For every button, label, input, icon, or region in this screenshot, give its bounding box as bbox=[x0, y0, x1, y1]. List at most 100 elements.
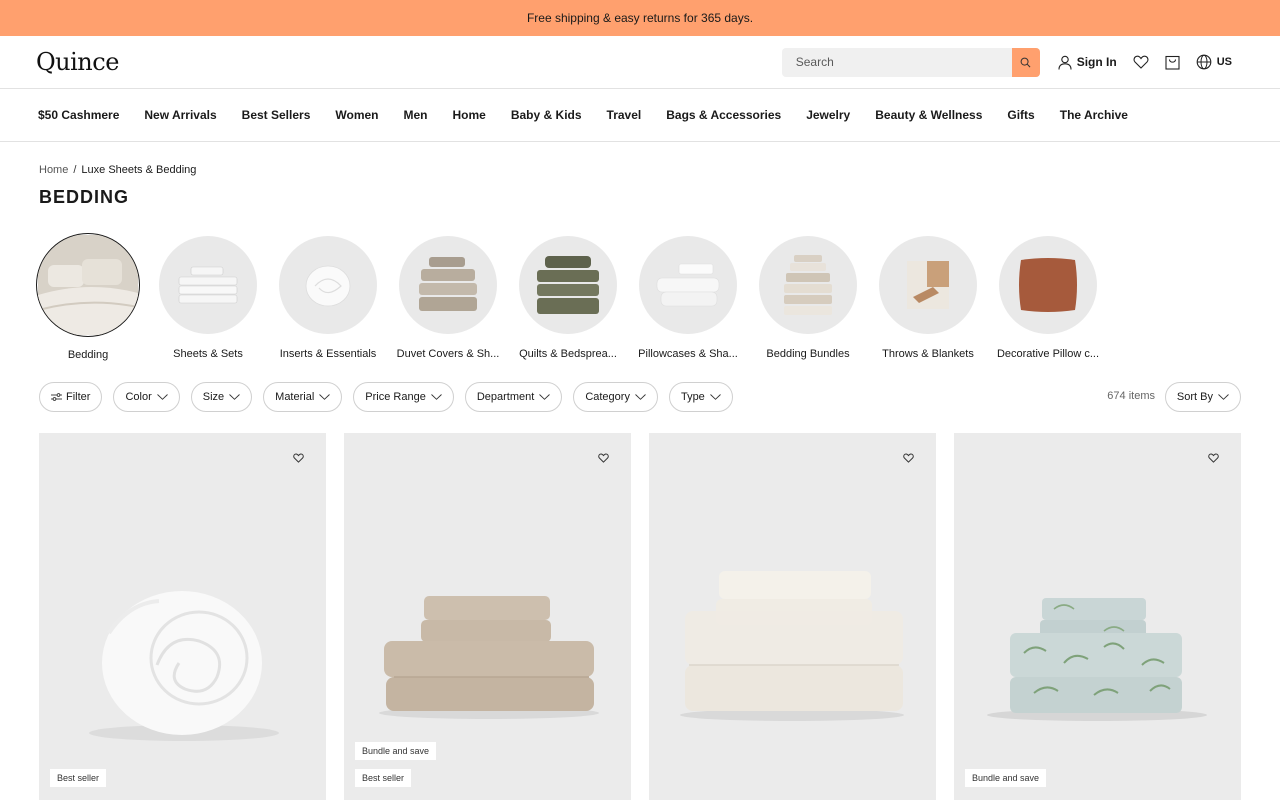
category-pillowcases-shams[interactable]: Pillowcases & Sha... bbox=[636, 232, 740, 361]
category-image bbox=[519, 236, 617, 334]
filter-label: Filter bbox=[66, 391, 91, 403]
page-title: BEDDING bbox=[39, 187, 130, 207]
breadcrumb-home[interactable]: Home bbox=[39, 164, 68, 176]
chevron-down-icon bbox=[431, 394, 442, 400]
nav-item-best-sellers[interactable]: Best Sellers bbox=[242, 108, 311, 122]
wishlist-button[interactable] bbox=[1133, 55, 1149, 69]
sign-in-label: Sign In bbox=[1076, 55, 1117, 69]
heart-icon[interactable] bbox=[1208, 453, 1219, 463]
nav-item-men[interactable]: Men bbox=[404, 108, 428, 122]
filter-material-label: Material bbox=[275, 391, 315, 403]
filter-category[interactable]: Category bbox=[573, 382, 658, 412]
logo[interactable]: Quince bbox=[36, 48, 119, 76]
breadcrumb-current[interactable]: Luxe Sheets & Bedding bbox=[81, 164, 196, 176]
nav-item-beauty-wellness[interactable]: Beauty & Wellness bbox=[875, 108, 982, 122]
nav-item-gifts[interactable]: Gifts bbox=[1007, 108, 1034, 122]
heart-icon[interactable] bbox=[903, 453, 914, 463]
heart-icon bbox=[1133, 55, 1149, 69]
nav-item-bags-accessories[interactable]: Bags & Accessories bbox=[666, 108, 781, 122]
product-card[interactable] bbox=[649, 433, 936, 800]
filter-category-label: Category bbox=[585, 391, 630, 403]
product-card[interactable]: Bundle and save bbox=[954, 433, 1241, 800]
nav-item-travel[interactable]: Travel bbox=[607, 108, 642, 122]
breadcrumb-separator: / bbox=[73, 164, 77, 176]
item-count: 674 items bbox=[1107, 390, 1155, 402]
category-label: Bedding Bundles bbox=[766, 348, 850, 360]
category-label: Duvet Covers & Sh... bbox=[396, 348, 500, 360]
filter-color[interactable]: Color bbox=[113, 382, 180, 412]
product-card[interactable]: Best seller bbox=[39, 433, 326, 800]
filter-type-label: Type bbox=[680, 391, 705, 403]
category-image bbox=[159, 236, 257, 334]
filter-department-label: Department bbox=[476, 391, 535, 403]
category-image bbox=[399, 236, 497, 334]
chevron-down-icon bbox=[635, 394, 646, 400]
chevron-down-icon bbox=[710, 394, 721, 400]
chevron-down-icon bbox=[539, 394, 551, 400]
nav-item-jewelry[interactable]: Jewelry bbox=[806, 108, 850, 122]
best-seller-badge: Best seller bbox=[50, 769, 107, 787]
category-image bbox=[999, 236, 1097, 334]
filter-bar: Filter Color Size Material Price Range D… bbox=[39, 382, 744, 412]
product-image bbox=[89, 591, 279, 741]
sliders-icon bbox=[51, 393, 62, 401]
product-image bbox=[680, 571, 904, 721]
category-inserts-essentials[interactable]: Inserts & Essentials bbox=[276, 232, 380, 361]
category-label: Inserts & Essentials bbox=[279, 348, 377, 360]
promo-banner: Free shipping & easy returns for 365 day… bbox=[0, 0, 1280, 36]
search-button[interactable] bbox=[1011, 47, 1040, 77]
filter-size-label: Size bbox=[202, 391, 225, 403]
chevron-down-icon bbox=[229, 394, 240, 400]
heart-icon[interactable] bbox=[598, 453, 609, 463]
filter-button[interactable]: Filter bbox=[39, 382, 103, 412]
filter-price-range[interactable]: Price Range bbox=[353, 382, 454, 412]
filter-department[interactable]: Department bbox=[464, 382, 563, 412]
product-image bbox=[987, 598, 1207, 721]
category-quilts-bedspreads[interactable]: Quilts & Bedsprea... bbox=[516, 232, 620, 361]
nav-item-home[interactable]: Home bbox=[453, 108, 486, 122]
search-box bbox=[781, 47, 1040, 77]
search-icon bbox=[1020, 57, 1031, 67]
badge-list: Best seller bbox=[50, 760, 107, 787]
nav-item-new-arrivals[interactable]: New Arrivals bbox=[144, 108, 216, 122]
bundle-badge: Bundle and save bbox=[355, 742, 437, 760]
sort-by-dropdown[interactable]: Sort By bbox=[1164, 382, 1241, 412]
category-image bbox=[639, 236, 737, 334]
category-decorative-pillows[interactable]: Decorative Pillow c... bbox=[996, 232, 1100, 361]
product-grid: Best seller Bundle and save Best seller bbox=[39, 433, 1259, 800]
nav-item-archive[interactable]: The Archive bbox=[1060, 108, 1128, 122]
category-throws-blankets[interactable]: Throws & Blankets bbox=[876, 232, 980, 361]
badge-list: Bundle and save bbox=[965, 760, 1047, 787]
best-seller-badge: Best seller bbox=[355, 769, 412, 787]
filter-color-label: Color bbox=[125, 391, 152, 403]
chevron-down-icon bbox=[319, 394, 331, 400]
category-label: Sheets & Sets bbox=[173, 348, 243, 360]
category-duvet-covers[interactable]: Duvet Covers & Sh... bbox=[396, 232, 500, 361]
category-label: Throws & Blankets bbox=[882, 348, 974, 360]
category-sheets-sets[interactable]: Sheets & Sets bbox=[156, 232, 260, 361]
category-bedding-bundles[interactable]: Bedding Bundles bbox=[756, 232, 860, 361]
breadcrumb: Home / Luxe Sheets & Bedding bbox=[39, 164, 196, 176]
locale-selector[interactable]: US bbox=[1196, 54, 1232, 70]
product-card[interactable]: Bundle and save Best seller bbox=[344, 433, 631, 800]
category-image bbox=[759, 236, 857, 334]
chevron-down-icon bbox=[1218, 394, 1229, 400]
sign-in-link[interactable]: Sign In bbox=[1058, 55, 1117, 70]
filter-material[interactable]: Material bbox=[263, 382, 343, 412]
nav-item-women[interactable]: Women bbox=[335, 108, 378, 122]
search-input[interactable] bbox=[781, 47, 1012, 77]
cart-button[interactable] bbox=[1165, 55, 1180, 70]
sort-by-label: Sort By bbox=[1176, 391, 1213, 403]
nav-item-baby-kids[interactable]: Baby & Kids bbox=[511, 108, 582, 122]
nav-item-cashmere[interactable]: $50 Cashmere bbox=[38, 108, 119, 122]
filter-size[interactable]: Size bbox=[190, 382, 253, 412]
category-label: Bedding bbox=[67, 349, 109, 361]
globe-icon bbox=[1196, 54, 1212, 70]
category-bedding[interactable]: Bedding bbox=[36, 232, 140, 361]
filter-type[interactable]: Type bbox=[668, 382, 733, 412]
bag-icon bbox=[1165, 55, 1180, 70]
locale-label: US bbox=[1216, 56, 1232, 68]
category-carousel: Bedding Sheets & Sets Inserts & Essentia… bbox=[36, 232, 1116, 361]
category-label: Quilts & Bedsprea... bbox=[519, 348, 617, 360]
heart-icon[interactable] bbox=[293, 453, 304, 463]
